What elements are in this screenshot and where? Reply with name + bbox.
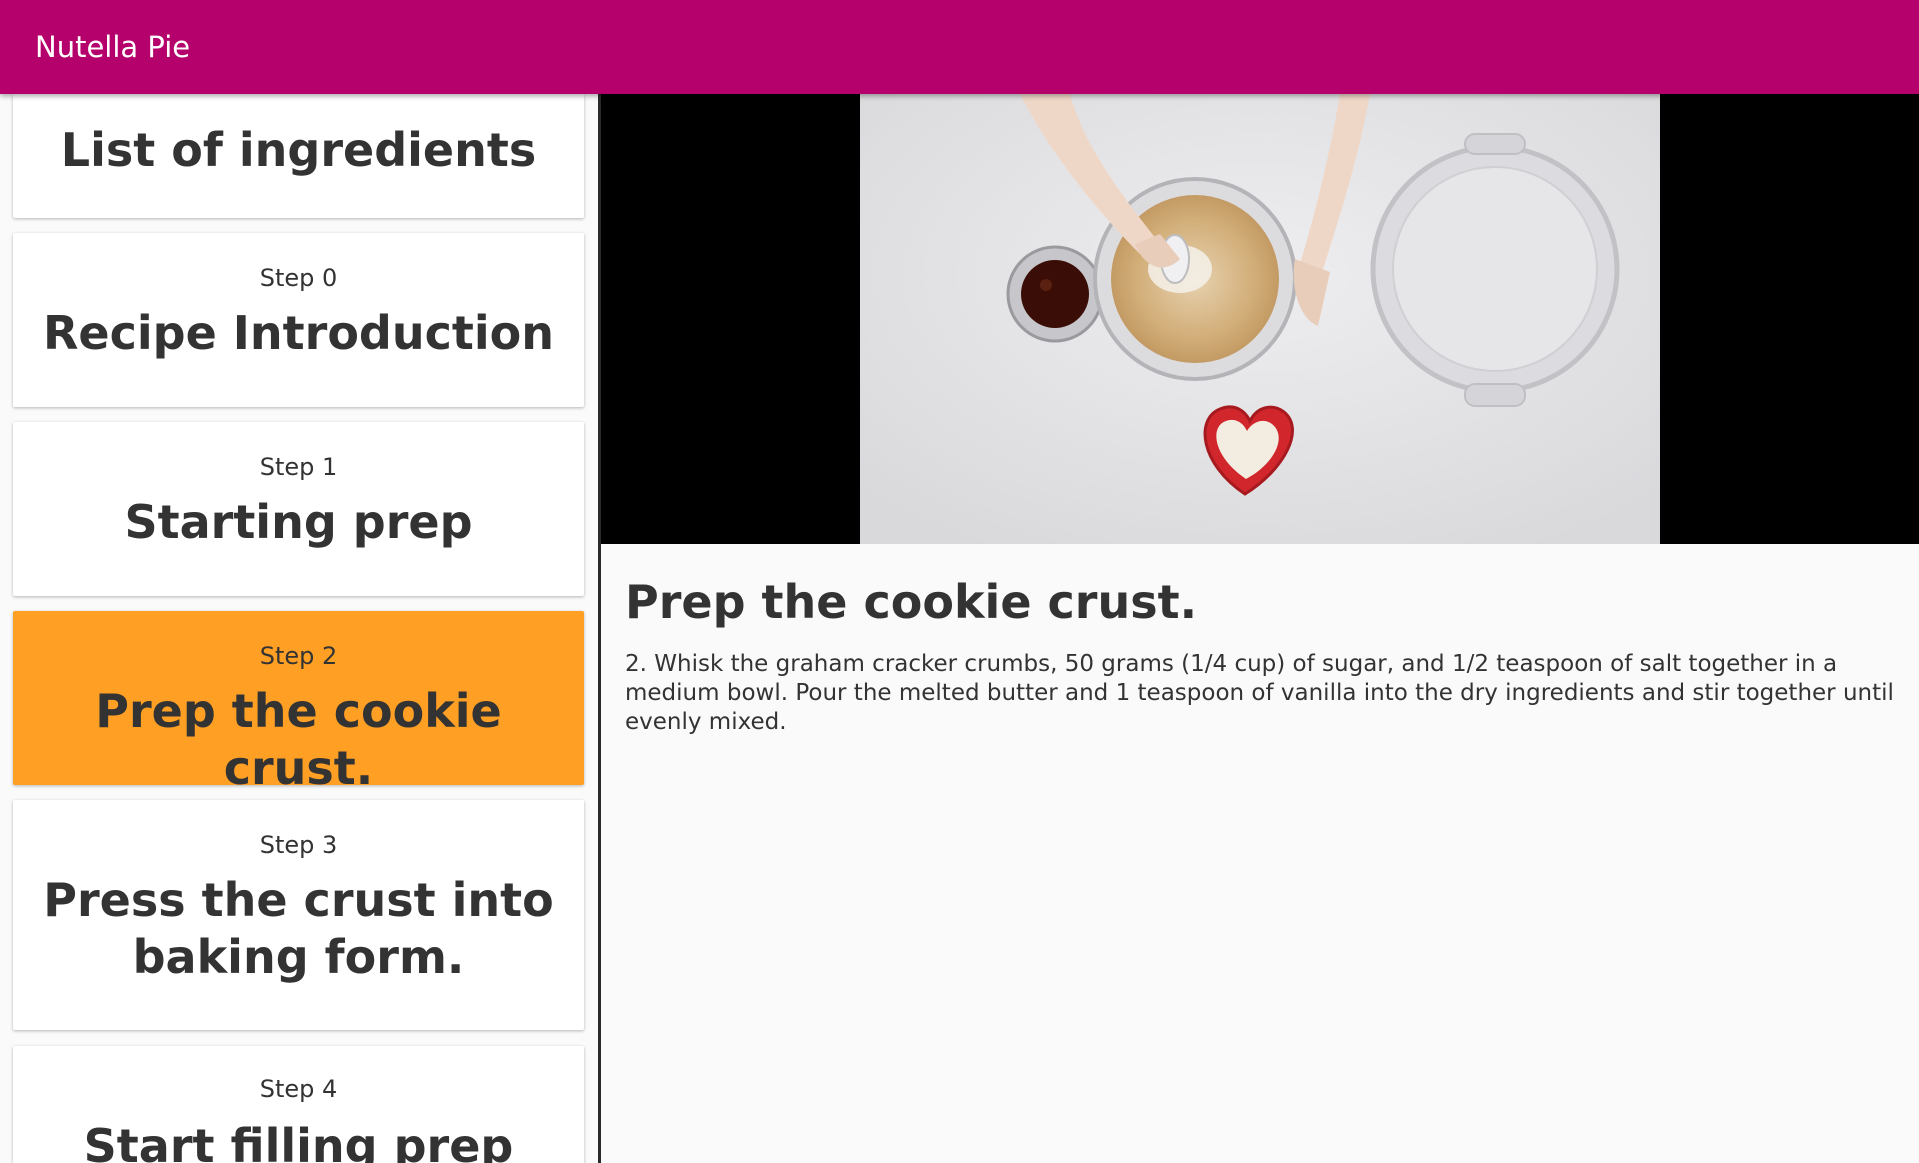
step-list[interactable]: List of ingredients Step 0 Recipe Introd…	[0, 94, 598, 1163]
step-number: Step 2	[259, 642, 338, 670]
step-card-0[interactable]: Step 0 Recipe Introduction	[13, 233, 584, 407]
step-title: List of ingredients	[60, 123, 537, 177]
step-title: Prep the cookie crust.	[95, 684, 502, 795]
step-number: Step 1	[259, 453, 338, 481]
step-card-ingredients[interactable]: List of ingredients	[13, 94, 584, 218]
app-bar: Nutella Pie	[0, 0, 1919, 94]
step-detail-title: Prep the cookie crust.	[625, 575, 1198, 629]
step-title: Start filling prep	[83, 1119, 514, 1163]
step-card-1[interactable]: Step 1 Starting prep	[13, 422, 584, 596]
video-still-image	[860, 94, 1660, 544]
step-number: Step 4	[259, 1075, 338, 1103]
app-title: Nutella Pie	[35, 30, 191, 64]
step-card-4[interactable]: Step 4 Start filling prep	[13, 1046, 584, 1163]
video-frame[interactable]	[860, 94, 1660, 544]
video-player[interactable]	[601, 94, 1919, 544]
step-title: Press the crust into baking form.	[43, 873, 554, 984]
step-detail-pane: Prep the cookie crust. 2. Whisk the grah…	[601, 94, 1919, 1163]
step-number: Step 0	[259, 264, 338, 292]
step-title: Recipe Introduction	[43, 306, 554, 360]
step-card-3[interactable]: Step 3 Press the crust into baking form.	[13, 800, 584, 1030]
step-title: Starting prep	[124, 495, 473, 549]
step-card-2[interactable]: Step 2 Prep the cookie crust.	[13, 611, 584, 795]
step-detail-description: 2. Whisk the graham cracker crumbs, 50 g…	[625, 651, 1894, 735]
step-number: Step 3	[259, 831, 338, 859]
